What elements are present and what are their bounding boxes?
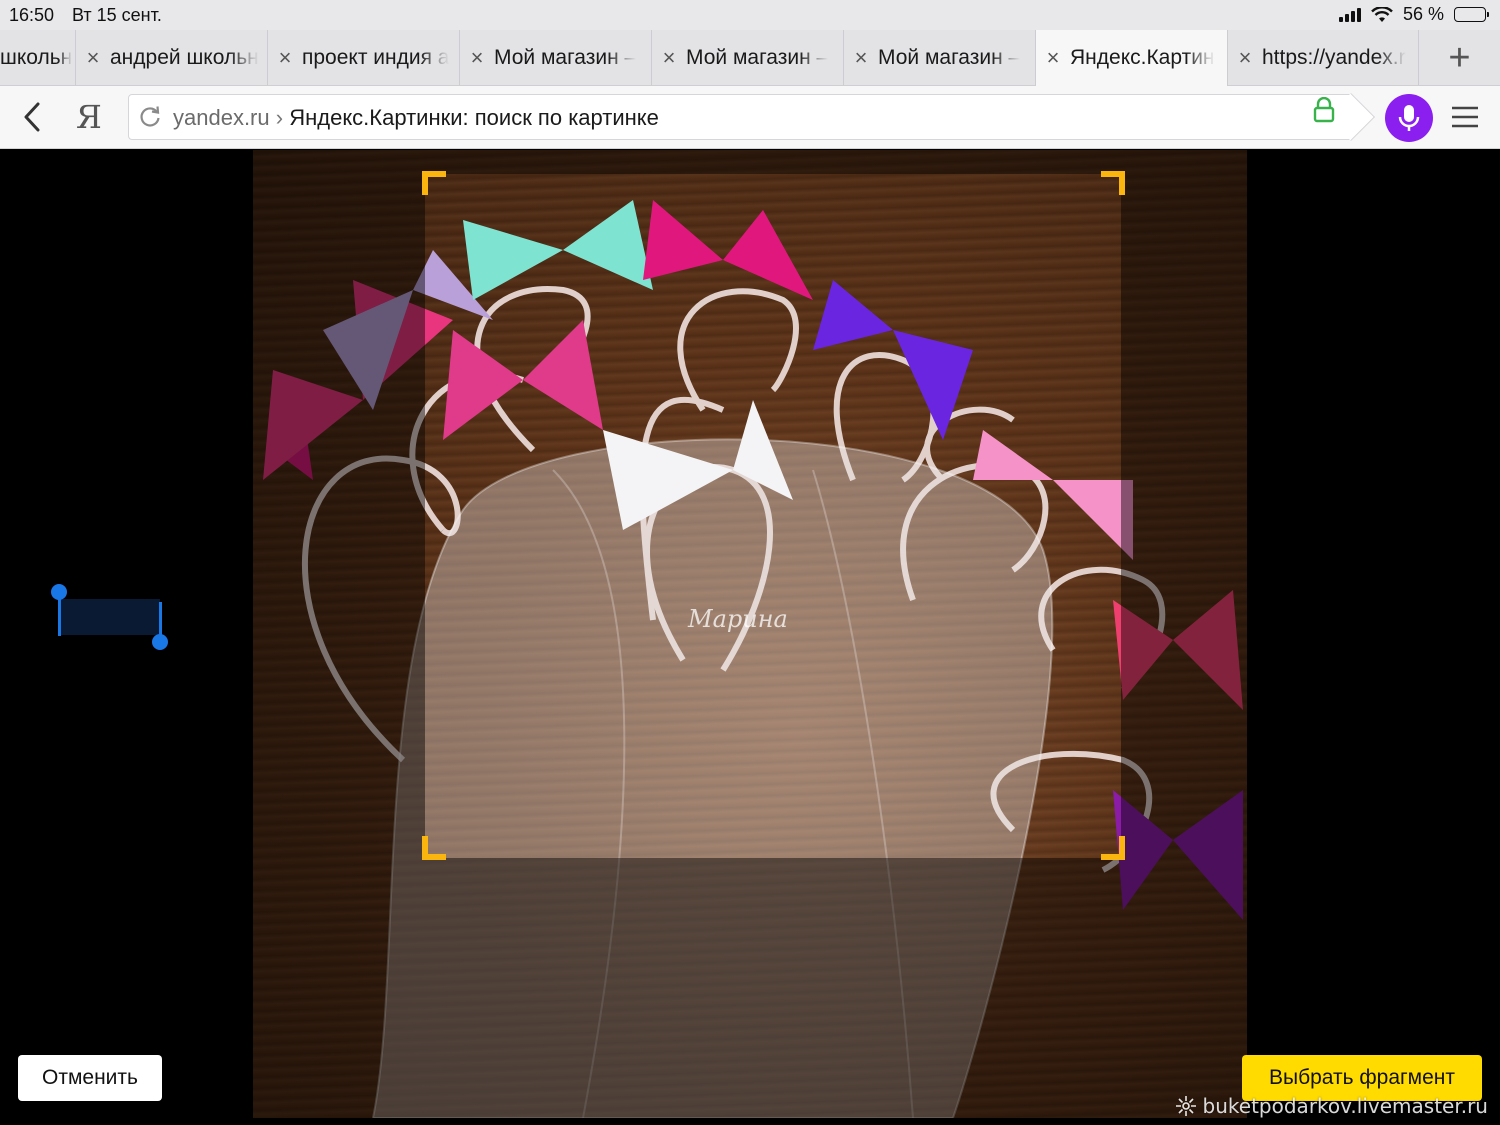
address-host: yandex.ru xyxy=(173,105,270,130)
dim-overlay-right xyxy=(1121,174,1247,858)
flower-icon xyxy=(1175,1096,1196,1116)
browser-tab[interactable]: школьн xyxy=(0,30,75,86)
photo-name-watermark: Марина xyxy=(688,605,788,633)
browser-tab[interactable]: × проект индия а xyxy=(267,30,459,86)
tab-label: https://yandex.r xyxy=(1262,46,1406,69)
selection-start-bar xyxy=(58,596,61,636)
tab-label: Мой магазин – xyxy=(686,46,829,69)
text-selection[interactable] xyxy=(59,599,160,635)
tab-label: Мой магазин – xyxy=(878,46,1021,69)
microphone-icon xyxy=(1398,105,1420,131)
voice-search-button[interactable] xyxy=(1385,94,1433,142)
close-icon[interactable]: × xyxy=(652,45,686,71)
crop-handle-bottom-left[interactable] xyxy=(422,836,446,860)
close-icon[interactable]: × xyxy=(844,45,878,71)
watermark-text: buketpodarkov.livemaster.ru xyxy=(1202,1094,1488,1118)
address-text: yandex.ru › Яндекс.Картинки: поиск по ка… xyxy=(173,105,659,131)
selection-end-handle[interactable] xyxy=(152,634,168,650)
status-time: 16:50 xyxy=(9,5,55,25)
selection-start-handle[interactable] xyxy=(51,584,67,600)
lock-icon[interactable] xyxy=(1312,97,1336,123)
plus-icon[interactable]: + xyxy=(1418,30,1500,86)
dim-overlay-left xyxy=(253,174,425,858)
close-icon[interactable]: × xyxy=(1036,45,1070,71)
reload-icon[interactable] xyxy=(137,104,163,130)
battery-icon xyxy=(1454,7,1489,22)
crop-handle-top-right[interactable] xyxy=(1101,171,1125,195)
close-icon[interactable]: × xyxy=(460,45,494,71)
cancel-button[interactable]: Отменить xyxy=(18,1055,162,1101)
status-bar: 16:50 Вт 15 сент. 56 % xyxy=(0,0,1500,30)
close-icon[interactable]: × xyxy=(76,45,110,71)
tab-label: андрей школьн xyxy=(110,46,259,69)
dim-overlay-top xyxy=(253,150,1247,174)
tab-label: проект индия а xyxy=(302,46,450,69)
tab-label: школьн xyxy=(0,46,73,69)
browser-tab[interactable]: × Мой магазин – xyxy=(843,30,1035,86)
tab-bar: школьн × андрей школьн × проект индия а … xyxy=(0,30,1500,86)
address-bar[interactable]: yandex.ru › Яндекс.Картинки: поиск по ка… xyxy=(128,94,1352,140)
photo: Марина xyxy=(253,150,1247,1118)
status-right: 56 % xyxy=(1338,4,1489,25)
site-watermark: buketpodarkov.livemaster.ru xyxy=(1175,1094,1488,1118)
browser-toolbar: Я yandex.ru › Яндекс.Картинки: поиск по … xyxy=(0,86,1500,149)
signal-icon xyxy=(1338,7,1361,22)
battery-percent: 56 % xyxy=(1402,4,1444,24)
dim-overlay-bottom xyxy=(253,858,1247,1118)
back-icon[interactable] xyxy=(18,100,48,134)
close-icon[interactable]: × xyxy=(268,45,302,71)
address-separator: › xyxy=(275,105,284,130)
browser-tab[interactable]: × Мой магазин – xyxy=(651,30,843,86)
close-icon[interactable]: × xyxy=(1228,45,1262,71)
crop-handle-bottom-right[interactable] xyxy=(1101,836,1125,860)
image-crop-area: Марина Отменить Выбрать фрагмент buketpo… xyxy=(0,150,1500,1125)
browser-tab[interactable]: × андрей школьн xyxy=(75,30,267,86)
tab-label: Яндекс.Картин xyxy=(1070,46,1215,69)
menu-icon[interactable] xyxy=(1450,104,1480,130)
browser-tab[interactable]: × Мой магазин – xyxy=(459,30,651,86)
crop-handle-top-left[interactable] xyxy=(422,171,446,195)
tab-label: Мой магазин – xyxy=(494,46,637,69)
browser-tab[interactable]: × https://yandex.r xyxy=(1227,30,1418,86)
wifi-icon xyxy=(1371,6,1393,22)
status-date: Вт 15 сент. xyxy=(72,5,162,25)
address-title: Яндекс.Картинки: поиск по картинке xyxy=(289,105,659,130)
yandex-logo[interactable]: Я xyxy=(76,98,102,136)
browser-tab-active[interactable]: × Яндекс.Картин xyxy=(1035,30,1227,86)
